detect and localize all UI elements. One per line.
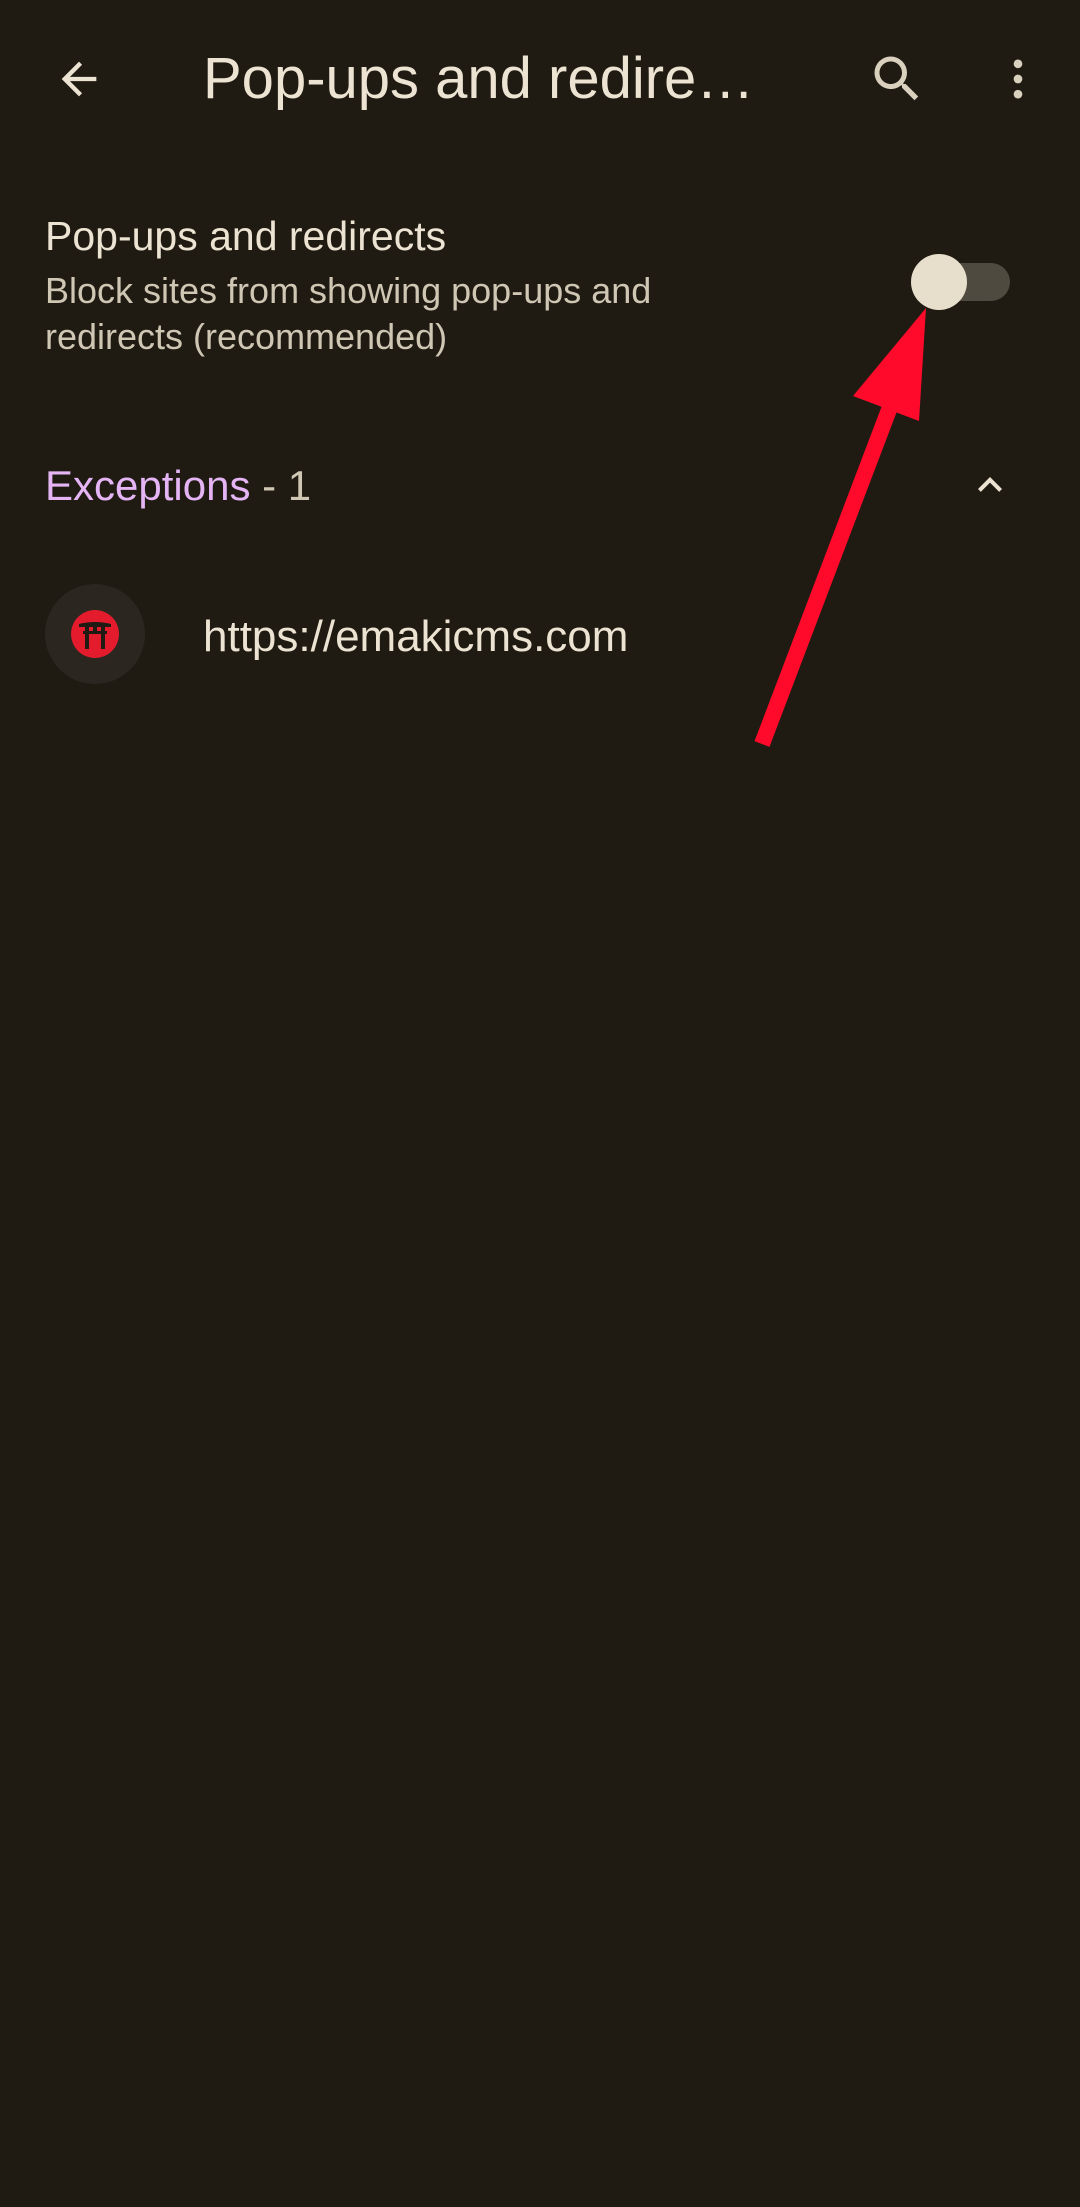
exceptions-title: Exceptions bbox=[45, 462, 251, 509]
exception-site-row[interactable]: https://emakicms.com bbox=[0, 576, 1080, 696]
setting-title: Pop-ups and redirects bbox=[45, 213, 447, 259]
site-url: https://emakicms.com bbox=[203, 612, 629, 661]
site-favicon bbox=[45, 584, 145, 684]
popups-toggle-switch[interactable] bbox=[906, 252, 1010, 310]
collapse-exceptions-button[interactable] bbox=[955, 450, 1025, 520]
toggle-thumb bbox=[911, 254, 967, 310]
back-button[interactable] bbox=[34, 34, 124, 124]
setting-summary: Block sites from showing pop-ups and red… bbox=[45, 270, 652, 357]
popups-setting-row[interactable]: Pop-ups and redirects Block sites from s… bbox=[0, 190, 1080, 390]
page-title: Pop-ups and redire… bbox=[203, 46, 755, 111]
chevron-up-icon bbox=[978, 477, 1002, 492]
more-options-button[interactable] bbox=[973, 34, 1063, 124]
search-icon bbox=[874, 56, 919, 101]
app-bar: Pop-ups and redire… bbox=[0, 0, 1080, 158]
arrow-back-icon bbox=[61, 61, 97, 97]
torii-gate-icon bbox=[71, 610, 119, 658]
exceptions-label: Exceptions - 1 bbox=[45, 460, 311, 512]
exceptions-count: - 1 bbox=[250, 462, 312, 509]
exceptions-header[interactable]: Exceptions - 1 bbox=[0, 440, 1080, 530]
search-button[interactable] bbox=[852, 34, 942, 124]
more-vert-icon bbox=[1013, 59, 1023, 99]
